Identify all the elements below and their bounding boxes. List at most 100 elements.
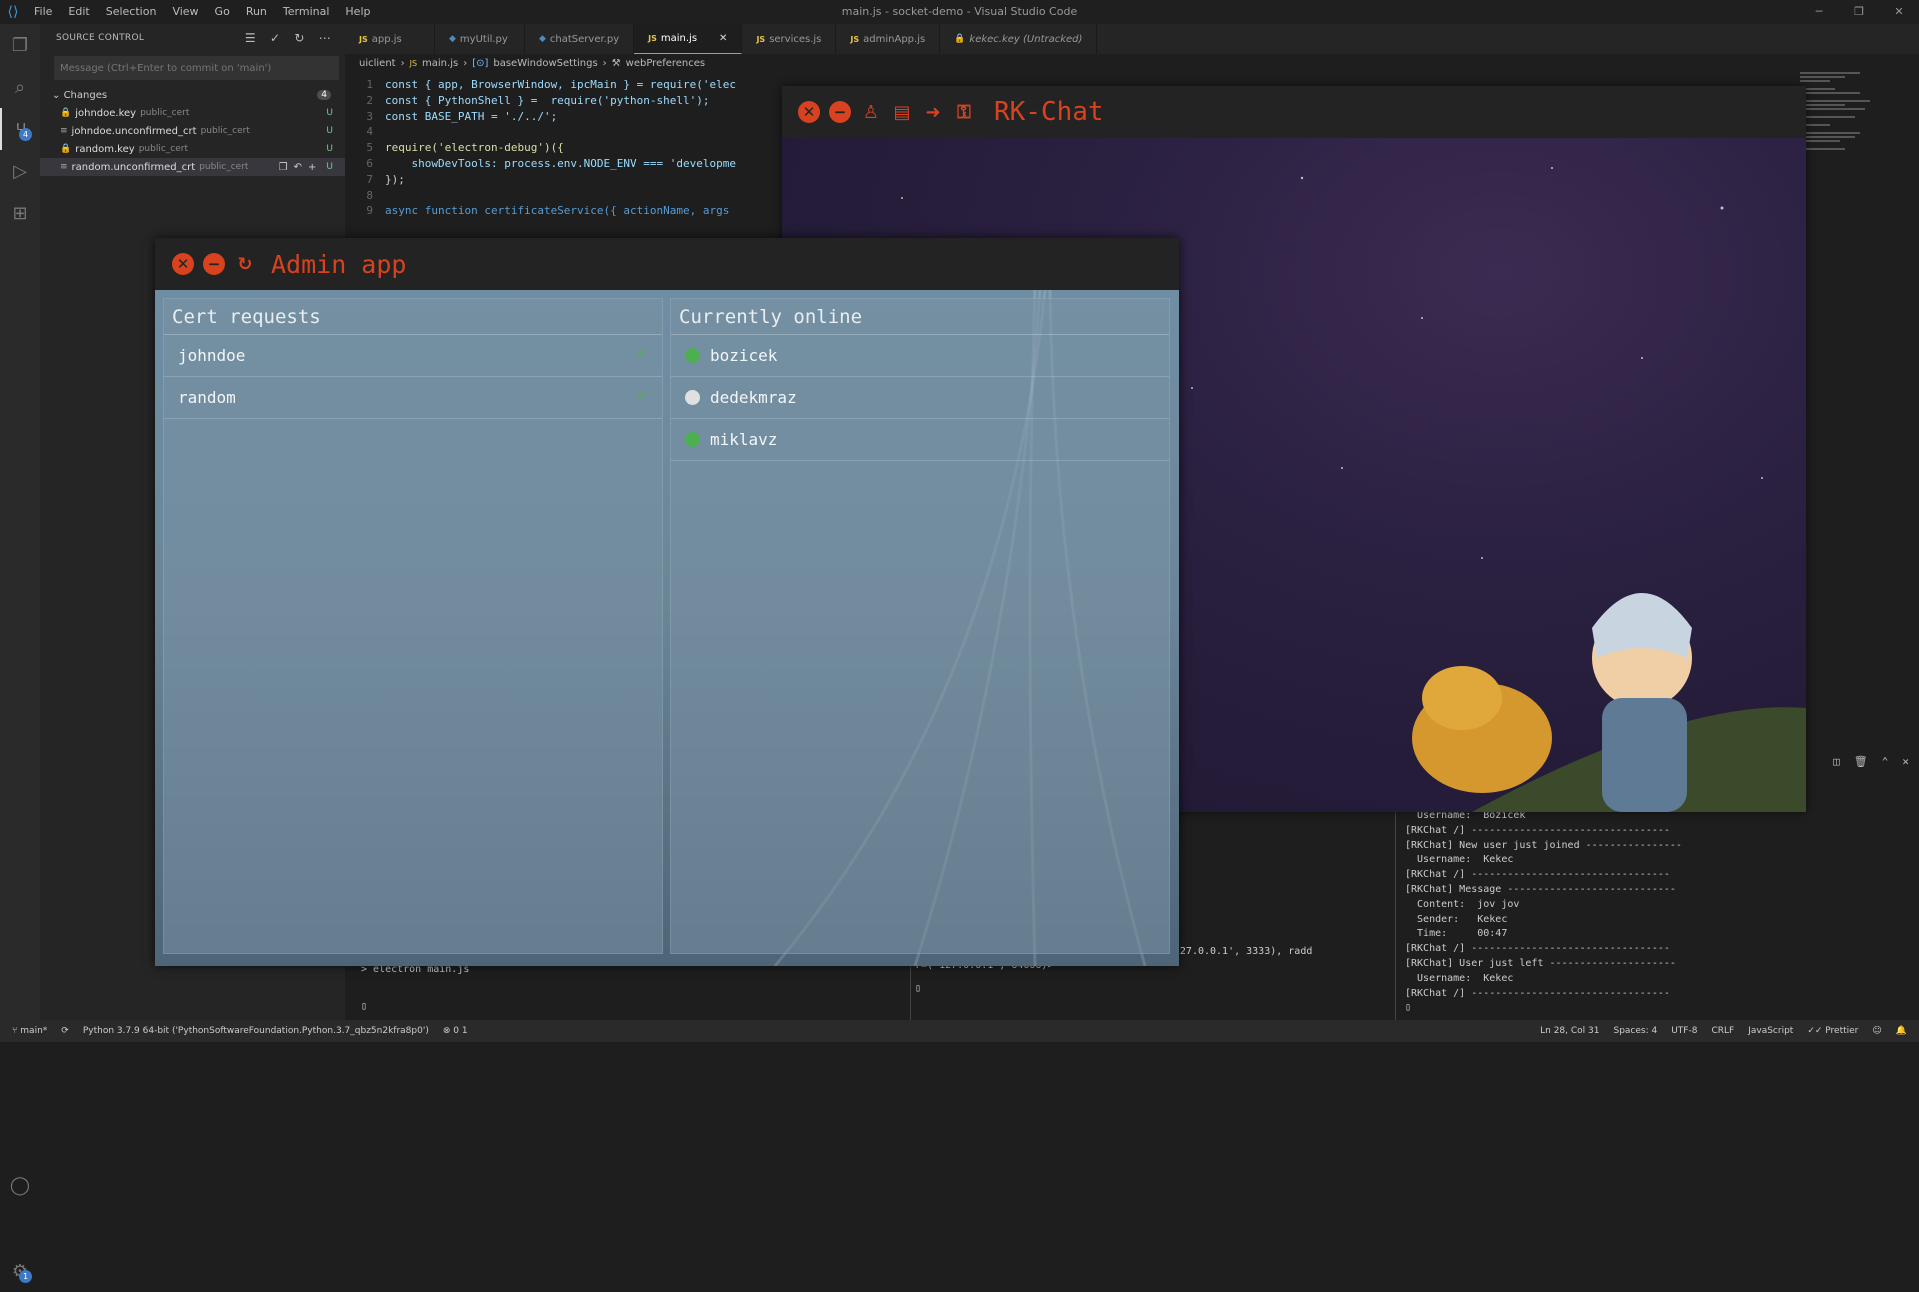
account-icon[interactable]: ◯ [0,1164,40,1206]
reload-icon[interactable]: ↻ [234,253,256,275]
python-interpreter[interactable]: Python 3.7.9 64-bit ('PythonSoftwareFoun… [83,1026,429,1036]
trash-icon[interactable]: 🗑 [1854,755,1868,768]
menu-run[interactable]: Run [238,0,275,24]
file-dir: public_cert [140,108,190,118]
restore-icon[interactable]: ❐ [1839,0,1879,24]
file-item[interactable]: ≡ random.unconfirmed_crt public_cert ❐ ↶ + U [40,158,345,176]
js-file-icon: JS [648,34,657,43]
tab-app-js[interactable]: JS app.js [345,24,435,54]
tab-label: main.js [660,33,698,44]
cursor-position[interactable]: Ln 28, Col 31 [1540,1026,1599,1036]
close-icon[interactable]: ✕ [1879,0,1919,24]
source-control-icon[interactable]: ⑂4 [0,108,40,150]
problems-count: 0 1 [453,1026,468,1036]
online-user-row[interactable]: dedekmraz [671,377,1169,419]
more-actions-icon[interactable]: ⋯ [319,31,331,45]
online-user-row[interactable]: bozicek [671,335,1169,377]
menu-file[interactable]: File [26,0,60,24]
prettier-status[interactable]: ✓✓ Prettier [1807,1026,1858,1036]
file-item[interactable]: 🔒 johndoe.key public_cert U [40,104,345,122]
chevron-right-icon: › [400,57,405,69]
stage-plus-icon[interactable]: + [308,162,316,173]
approve-check-icon[interactable]: ✔ [638,345,646,361]
discard-icon[interactable]: ↶ [294,162,302,173]
minimize-circle-icon[interactable]: − [203,253,225,275]
rkchat-titlebar[interactable]: ✕ − ♙ ▤ ➜ ⚿ RK-Chat [782,86,1806,138]
notifications-bell-icon[interactable]: 🔔 [1896,1026,1907,1036]
code-text: showDevTools: process.env.NODE_ENV === '… [385,156,736,170]
encoding[interactable]: UTF-8 [1671,1026,1697,1036]
commit-check-icon[interactable]: ✓ [270,31,280,45]
settings-gear-icon[interactable]: ⚙1 [0,1250,40,1292]
menu-view[interactable]: View [164,0,206,24]
language-mode[interactable]: JavaScript [1748,1026,1793,1036]
line-ending[interactable]: CRLF [1711,1026,1734,1036]
id-card-icon[interactable]: ▤ [891,101,913,123]
tab-chatserver-py[interactable]: ◆ chatServer.py [525,24,635,54]
online-user-row[interactable]: miklavz [671,419,1169,461]
breadcrumb-property[interactable]: webPreferences [626,58,706,69]
search-icon[interactable]: ⌕ [0,66,40,108]
minimize-icon[interactable]: ─ [1799,0,1839,24]
terminal-line: [RKChat /] -----------------------------… [1405,824,1670,836]
rkchat-title: RK-Chat [994,97,1104,127]
title-bar: ⟨⟩ File Edit Selection View Go Run Termi… [0,0,1919,24]
breadcrumb-file[interactable]: main.js [422,58,458,69]
indentation[interactable]: Spaces: 4 [1613,1026,1657,1036]
tab-adminapp-js[interactable]: JS adminApp.js [836,24,941,54]
file-item[interactable]: ≡ johndoe.unconfirmed_crt public_cert U [40,122,345,140]
explorer-icon[interactable]: ❐ [0,24,40,66]
terminal-line: [RKChat /] -----------------------------… [1405,987,1670,999]
menu-terminal[interactable]: Terminal [275,0,338,24]
chevron-right-icon: › [463,57,468,69]
split-terminal-icon[interactable]: ◫ [1833,755,1840,768]
tab-services-js[interactable]: JS services.js [742,24,837,54]
key-icon[interactable]: ⚿ [953,101,975,123]
menu-selection[interactable]: Selection [98,0,165,24]
commit-message-input[interactable] [54,56,339,80]
sign-out-icon[interactable]: ➜ [922,101,944,123]
refresh-icon[interactable]: ↻ [294,31,304,45]
menu-go[interactable]: Go [207,0,238,24]
breadcrumb-folder[interactable]: uiclient [359,58,396,69]
wrench-icon: ⚒ [611,57,621,69]
close-panel-icon[interactable]: ✕ [1902,755,1909,768]
run-debug-icon[interactable]: ▷ [0,150,40,192]
file-item[interactable]: 🔒 random.key public_cert U [40,140,345,158]
open-file-icon[interactable]: ❐ [279,162,288,173]
admin-app-window: ✕ − ↻ Admin app Cert requests johndoe ✔ r… [155,238,1179,966]
admin-titlebar[interactable]: ✕ − ↻ Admin app [155,238,1179,290]
editor-tabs: JS app.js ◆ myUtil.py ◆ chatServer.py JS mai… [345,24,1919,54]
python-file-icon: ◆ [539,34,546,44]
lock-icon: 🔒 [954,34,966,44]
extensions-icon[interactable]: ⊞ [0,192,40,234]
tab-kekec-key[interactable]: 🔒 kekec.key (Untracked) [940,24,1098,54]
tab-myutil-py[interactable]: ◆ myUtil.py [435,24,525,54]
file-name: johndoe.unconfirmed_crt [71,125,197,137]
changes-group[interactable]: ⌄ Changes 4 [40,86,345,104]
changes-label: Changes [63,89,108,101]
user-name: dedekmraz [710,388,797,407]
approve-check-icon[interactable]: ✔ [638,387,646,403]
view-as-tree-icon[interactable]: ☰ [245,31,256,45]
breadcrumb-symbol[interactable]: baseWindowSettings [493,58,597,69]
minimap[interactable] [1795,70,1910,200]
tab-main-js[interactable]: JS main.js ✕ [634,24,743,54]
chevron-down-icon: ⌄ [52,89,61,101]
tab-label: app.js [371,33,402,45]
cert-request-row[interactable]: random ✔ [164,377,662,419]
feedback-icon[interactable]: ☺ [1872,1026,1881,1036]
menu-edit[interactable]: Edit [60,0,97,24]
menu-help[interactable]: Help [337,0,378,24]
terminal-line: Username: Kekec [1405,854,1514,866]
minimize-circle-icon[interactable]: − [829,101,851,123]
sync-icon[interactable]: ⟳ [61,1026,69,1036]
close-circle-icon[interactable]: ✕ [172,253,194,275]
maximize-panel-icon[interactable]: ⌃ [1882,755,1889,768]
problems-status[interactable]: ⊗ 0 1 [443,1026,468,1036]
close-circle-icon[interactable]: ✕ [798,101,820,123]
tab-close-icon[interactable]: ✕ [719,33,727,44]
branch-status[interactable]: ⑂ main* [12,1026,47,1036]
users-icon[interactable]: ♙ [860,101,882,123]
cert-request-row[interactable]: johndoe ✔ [164,335,662,377]
